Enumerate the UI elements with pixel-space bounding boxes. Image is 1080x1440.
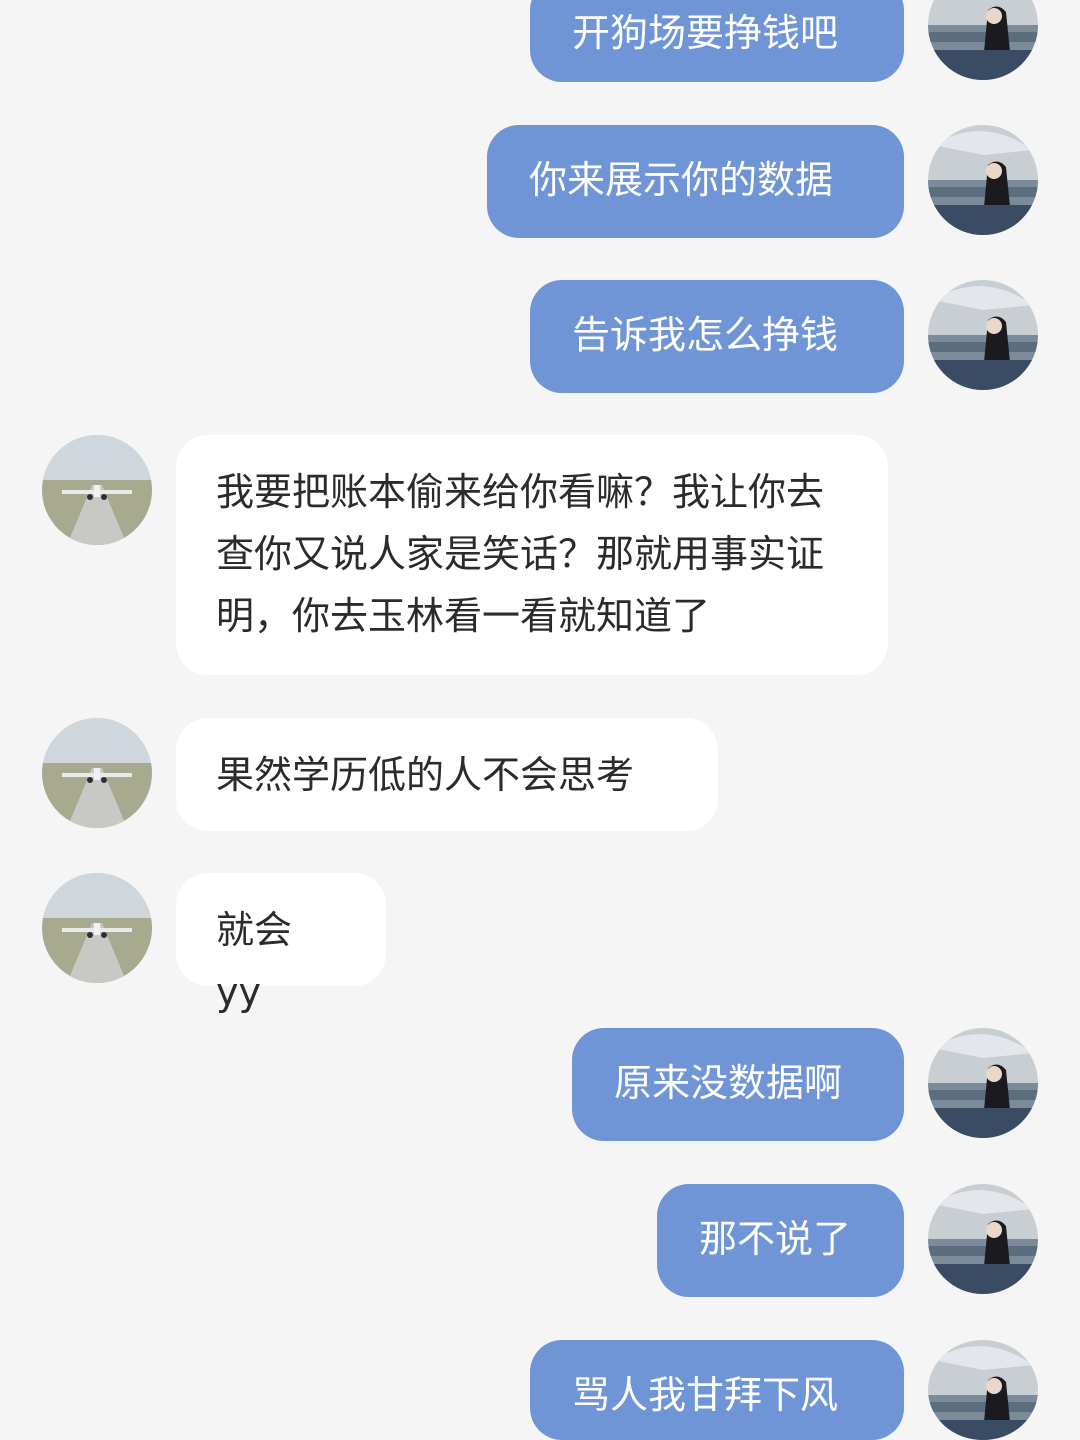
girl-with-umbrella-photo-icon: [928, 1028, 1038, 1138]
message-bubble[interactable]: 你来展示你的数据: [487, 125, 904, 238]
message-bubble[interactable]: 告诉我怎么挣钱: [530, 280, 904, 393]
self-avatar[interactable]: [928, 280, 1038, 390]
message-bubble[interactable]: 那不说了: [657, 1184, 904, 1297]
airplane-runway-photo-icon: [42, 435, 152, 545]
airplane-runway-photo-icon: [42, 873, 152, 983]
peer-avatar[interactable]: [42, 718, 152, 828]
peer-avatar[interactable]: [42, 873, 152, 983]
self-avatar[interactable]: [928, 1028, 1038, 1138]
message-bubble[interactable]: 我要把账本偷来给你看嘛？我让你去查你又说人家是笑话？那就用事实证明，你去玉林看一…: [176, 435, 888, 675]
girl-with-umbrella-photo-icon: [928, 1184, 1038, 1294]
message-bubble[interactable]: 骂人我甘拜下风: [530, 1340, 904, 1440]
message-bubble[interactable]: 开狗场要挣钱吧: [530, 0, 904, 82]
message-bubble[interactable]: 果然学历低的人不会思考: [176, 718, 718, 831]
message-bubble[interactable]: 原来没数据啊: [572, 1028, 904, 1141]
self-avatar[interactable]: [928, 1340, 1038, 1440]
girl-with-umbrella-photo-icon: [928, 280, 1038, 390]
self-avatar[interactable]: [928, 1184, 1038, 1294]
peer-avatar[interactable]: [42, 435, 152, 545]
chat-thread[interactable]: 开狗场要挣钱吧 你来展示你的数据 告诉我怎么挣钱 我要把账本偷来给你看嘛？我让你…: [0, 0, 1080, 1440]
girl-with-umbrella-photo-icon: [928, 0, 1038, 80]
self-avatar[interactable]: [928, 125, 1038, 235]
airplane-runway-photo-icon: [42, 718, 152, 828]
girl-with-umbrella-photo-icon: [928, 125, 1038, 235]
message-bubble[interactable]: 就会 yy: [176, 873, 386, 1014]
self-avatar[interactable]: [928, 0, 1038, 80]
girl-with-umbrella-photo-icon: [928, 1340, 1038, 1440]
